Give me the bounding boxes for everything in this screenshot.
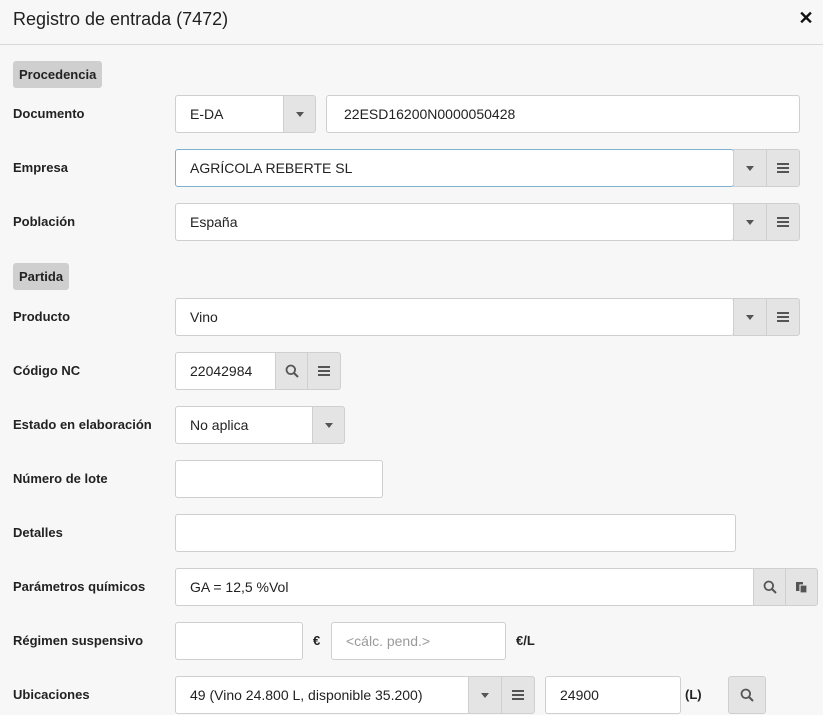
dialog-header: Registro de entrada (7472) ✕ [0,0,823,45]
label-empresa: Empresa [13,160,68,175]
list-icon [777,217,789,227]
empresa-dropdown-button[interactable] [733,149,767,187]
parametros-copy-button[interactable] [785,568,818,606]
label-documento: Documento [13,106,85,121]
documento-tipo-select[interactable]: E-DA [175,95,285,133]
list-icon [512,690,524,700]
section-partida: Partida [13,263,70,290]
search-icon [740,688,754,702]
label-regimen: Régimen suspensivo [13,633,144,648]
producto-select[interactable]: Vino [175,298,734,336]
search-icon [285,364,299,378]
label-codigo-nc: Código NC [13,363,81,378]
poblacion-select[interactable]: España [175,203,734,241]
producto-list-button[interactable] [766,298,800,336]
section-procedencia: Procedencia [13,61,103,88]
poblacion-list-button[interactable] [766,203,800,241]
list-icon [777,163,789,173]
documento-tipo-dropdown-button[interactable] [283,95,316,133]
ubicacion-select[interactable]: 49 (Vino 24.800 L, disponible 35.200) [175,676,470,714]
close-icon[interactable]: ✕ [797,8,815,29]
label-poblacion: Población [13,214,76,229]
caret-down-icon [746,219,754,225]
producto-dropdown-button[interactable] [733,298,767,336]
list-icon [777,312,789,322]
label-parametros: Parámetros químicos [13,579,146,594]
estado-dropdown-button[interactable] [312,406,345,444]
estado-select[interactable]: No aplica [175,406,314,444]
copy-icon [795,582,808,594]
codigo-nc-list-button[interactable] [307,352,341,390]
euro-litro-unit: €/L [516,633,535,648]
caret-down-icon [746,165,754,171]
label-numero-lote: Número de lote [13,471,108,486]
documento-numero-input[interactable]: 22ESD16200N0000050428 [326,95,800,133]
regimen-importe-input[interactable] [175,622,303,660]
dialog-title: Registro de entrada (7472) [13,9,229,29]
ubicacion-list-button[interactable] [501,676,535,714]
numero-lote-input[interactable] [175,460,383,498]
ubicacion-search-button[interactable] [728,676,766,714]
caret-down-icon [481,692,489,698]
caret-down-icon [746,314,754,320]
label-detalles: Detalles [13,525,63,540]
label-ubicaciones: Ubicaciones [13,687,90,702]
label-estado: Estado en elaboración [13,417,152,432]
regimen-calc-input[interactable]: <cálc. pend.> [331,622,506,660]
euro-unit: € [313,633,321,648]
label-producto: Producto [13,309,71,324]
codigo-nc-search-button[interactable] [275,352,308,390]
parametros-search-button[interactable] [753,568,786,606]
search-icon [763,580,777,594]
empresa-list-button[interactable] [766,149,800,187]
poblacion-dropdown-button[interactable] [733,203,767,241]
parametros-input[interactable]: GA = 12,5 %Vol [175,568,755,606]
caret-down-icon [295,111,304,117]
litros-unit: (L) [685,687,702,702]
ubicacion-litros-input[interactable]: 24900 [545,676,681,714]
empresa-select[interactable]: AGRÍCOLA REBERTE SL [175,149,734,187]
ubicacion-dropdown-button[interactable] [468,676,502,714]
codigo-nc-input[interactable]: 22042984 [175,352,277,390]
list-icon [318,366,330,376]
detalles-input[interactable] [175,514,736,552]
caret-down-icon [324,422,333,428]
